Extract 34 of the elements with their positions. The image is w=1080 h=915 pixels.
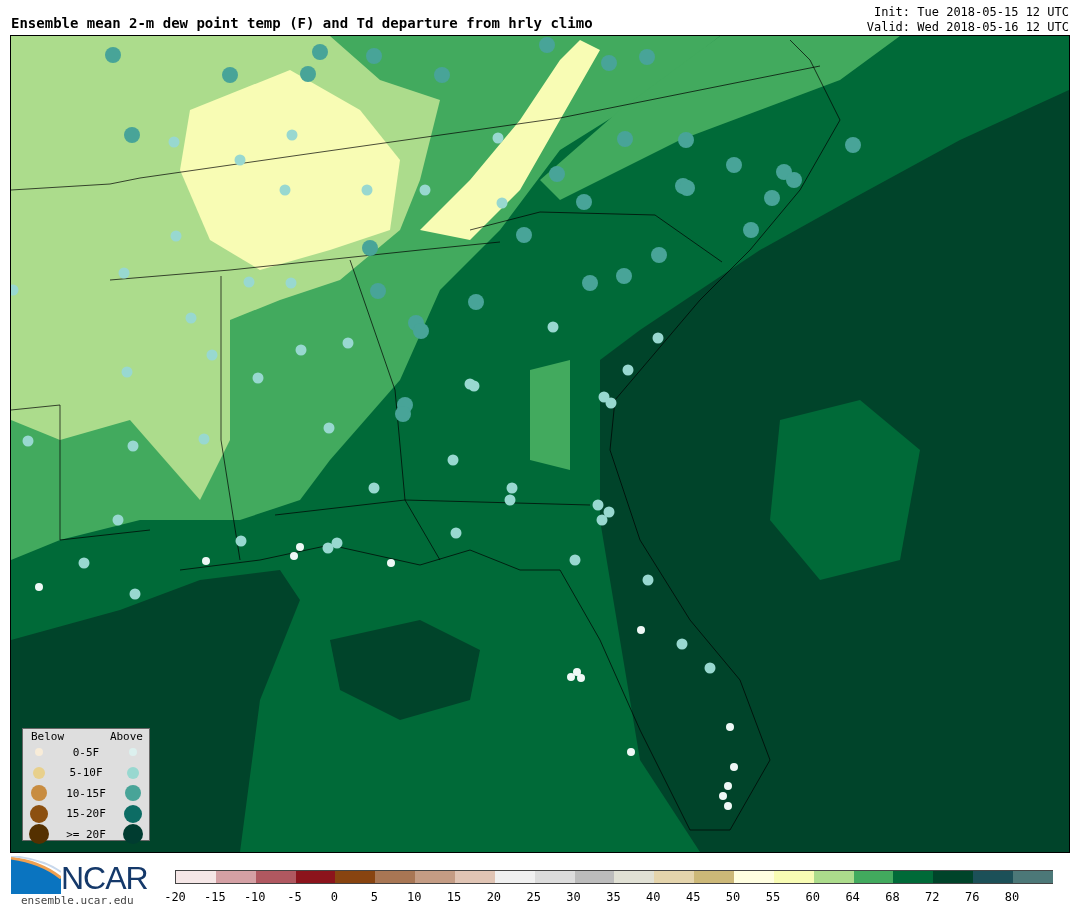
logo-text: NCAR: [61, 862, 148, 894]
scale-tick-label: -10: [243, 890, 266, 904]
scale-tick-label: 25: [526, 890, 541, 904]
scale-tick-label: 30: [566, 890, 581, 904]
scale-tick-label: 50: [725, 890, 741, 904]
scale-tick-label: 40: [646, 890, 661, 904]
scale-tick-label: 15: [446, 890, 462, 904]
scale-tick-label: 55: [765, 890, 781, 904]
range-label: >= 20F: [65, 827, 107, 841]
scale-tick-label: 80: [1004, 890, 1020, 904]
scale-tick-label: 76: [964, 890, 980, 904]
scale-tick-label: 35: [606, 890, 621, 904]
scale-tick-label: 45: [685, 890, 701, 904]
range-label: 5-10F: [68, 766, 104, 780]
valid-time: Valid: Wed 2018-05-16 12 UTC: [866, 20, 1069, 35]
range-label: 0-5F: [71, 745, 101, 759]
scale-tick-label: 5: [370, 890, 378, 904]
scale-tick-label: 10: [406, 890, 422, 904]
chart-title: Ensemble mean 2-m dew point temp (F) and Td departure from hrly climo: [11, 15, 593, 33]
scale-tick-label: 72: [925, 890, 940, 904]
scale-tick-label: 0: [330, 890, 339, 904]
scale-tick-label: 60: [805, 890, 820, 904]
scale-tick-label: -15: [204, 890, 226, 904]
range-label: 10-15F: [65, 786, 107, 800]
init-time: Init: Tue 2018-05-15 12 UTC: [872, 5, 1069, 20]
scale-tick-label: 64: [845, 890, 860, 904]
logo-icon: [11, 856, 61, 894]
above-label: Above: [109, 729, 143, 743]
range-label: 15-20F: [65, 807, 107, 821]
scale-tick-label: -20: [164, 890, 186, 904]
scale-tick-label: 20: [486, 890, 502, 904]
scale-tick-label: 68: [885, 890, 900, 904]
scale-tick-label: -5: [287, 890, 302, 904]
below-label: Below: [31, 729, 65, 743]
